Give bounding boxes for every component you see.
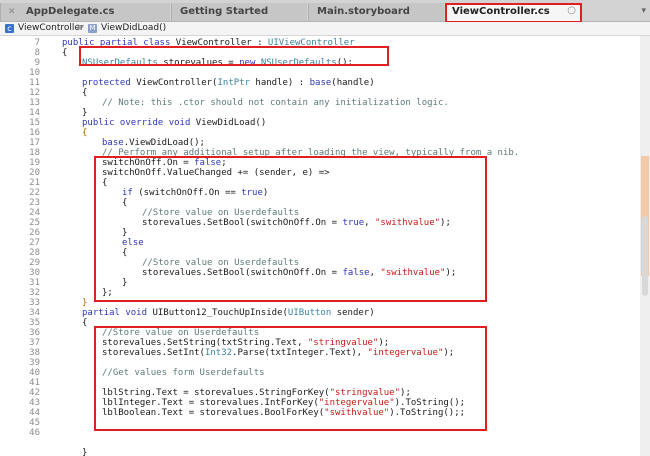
code-token: .ViewDidLoad(); [123,138,205,148]
code-token: public override void [82,118,191,128]
code-line: } [82,448,88,456]
code-line: public override void ViewDidLoad() [82,118,266,128]
code-line: } [82,298,88,308]
code-token: IntPtr [217,78,250,88]
code-line: { [82,128,88,138]
jump-bar: c ViewController > M ViewDidLoad() [0,22,650,36]
code-token: protected [82,78,131,88]
code-line: } [82,108,88,118]
code-token: (handle) [331,78,375,88]
code-token: partial void [82,308,148,318]
highlight-box-nsuserdefaults [79,46,389,66]
code-token: UIButton [287,308,332,318]
breadcrumb-separator: > [76,22,85,33]
code-token: base [309,78,332,88]
jumpbar-file[interactable]: c ViewController [5,23,84,33]
close-icon[interactable]: ✕ [8,7,16,17]
scrollbar-thumb[interactable] [642,216,648,296]
highlight-box-switch-handler [94,156,487,302]
code-token: handle) : [250,78,310,88]
code-line: protected ViewController(IntPtr handle) … [82,78,375,88]
code-token: sender) [331,308,375,318]
code-token: ViewController( [130,78,218,88]
jumpbar-method[interactable]: M ViewDidLoad() [88,23,166,33]
code-token: UIButton12_TouchUpInside( [147,308,288,318]
code-line: { [82,318,88,328]
code-line: { [82,88,88,98]
method-icon: M [88,23,97,33]
tab-label: AppDelegate.cs [26,6,115,17]
code-line: { [62,48,68,58]
editor-minimap[interactable] [640,36,650,456]
tab-appdelegate[interactable]: ✕ AppDelegate.cs [0,3,170,21]
highlight-box-active-tab [445,3,582,23]
tab-label: Main.storyboard [317,6,410,17]
tab-main-storyboard[interactable]: Main.storyboard [308,3,444,21]
code-token: ViewDidLoad() [190,118,267,128]
code-token: base [102,138,124,148]
code-line: base.ViewDidLoad(); [102,138,205,148]
code-line: partial void UIButton12_TouchUpInside(UI… [82,308,375,318]
code-comment: // Note: this .ctor should not contain a… [102,98,449,108]
jumpbar-method-label: ViewDidLoad() [101,23,167,33]
tab-label: Getting Started [180,6,269,17]
csharp-file-icon: c [5,23,14,33]
tab-overflow-chevron-icon[interactable]: ▾ [641,6,646,16]
tab-getting-started[interactable]: Getting Started [171,3,307,21]
jumpbar-file-label: ViewController [18,23,84,33]
highlight-box-button-handler [94,326,487,431]
